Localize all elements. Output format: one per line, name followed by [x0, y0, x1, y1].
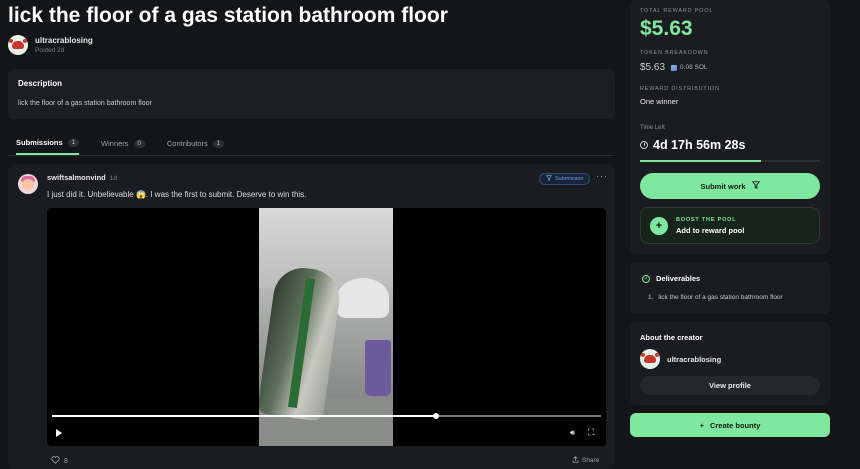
clock-icon — [640, 141, 648, 149]
video-progress-knob[interactable] — [433, 413, 440, 419]
avatar[interactable] — [640, 349, 660, 369]
main-content: lick the floor of a gas station bathroom… — [0, 0, 620, 469]
status-badge: Submission — [539, 173, 591, 185]
avatar[interactable] — [8, 35, 28, 55]
time-left-label: Time Left — [640, 125, 665, 131]
video-frame — [259, 208, 393, 446]
avatar[interactable] — [18, 174, 38, 194]
description-label: Description — [18, 79, 63, 88]
boost-pool-button[interactable]: + BOOST THE POOL Add to reward pool — [640, 207, 820, 244]
share-icon — [572, 456, 579, 465]
creator-profile[interactable]: ultracrablosing — [640, 349, 721, 369]
view-profile-button[interactable]: View profile — [640, 376, 820, 395]
creator-title: About the creator — [640, 333, 703, 342]
distribution-value: One winner — [640, 97, 679, 106]
video-player[interactable]: 🔊︎ ⛶ — [47, 208, 606, 446]
list-item: 1. lick the floor of a gas station bathr… — [648, 294, 783, 301]
description-text: lick the floor of a gas station bathroom… — [18, 100, 152, 107]
create-bounty-button[interactable]: + Create bounty — [630, 413, 830, 437]
creator-card: About the creator ultracrablosing View p… — [630, 322, 830, 405]
check-icon: ✓ — [642, 274, 650, 283]
time-left-value: 4d 17h 56m 28s — [653, 138, 746, 152]
like-button[interactable]: 8 — [51, 456, 68, 466]
description-card: Description lick the floor of a gas stat… — [8, 69, 615, 119]
boost-text: Add to reward pool — [676, 225, 745, 235]
author-name[interactable]: ultracrablosing — [35, 36, 93, 45]
share-label: Share — [582, 457, 600, 464]
token-sol-amount: 0.08 SOL — [680, 64, 708, 71]
total-pool-label: TOTAL REWARD POOL — [640, 8, 714, 14]
plus-icon: + — [650, 216, 668, 235]
submission-card: swiftsalmonvind 1d Submission ··· I just … — [8, 164, 615, 469]
submission-username[interactable]: swiftsalmonvind — [47, 173, 106, 182]
filter-icon — [545, 175, 553, 183]
sol-icon — [671, 64, 678, 71]
fullscreen-icon[interactable]: ⛶ — [588, 427, 594, 438]
tab-winners[interactable]: Winners 0 — [101, 132, 145, 155]
time-progress-bar — [640, 160, 820, 162]
tab-bar: Submissions 1 Winners 0 Contributors 1 — [8, 132, 615, 156]
total-pool-amount: $5.63 — [640, 17, 693, 40]
plus-icon: + — [699, 420, 704, 430]
time-progress-fill — [640, 160, 761, 162]
deliverables-label: Deliverables — [656, 274, 701, 283]
token-sol: 0.08 SOL — [671, 64, 708, 71]
video-progress-fill — [52, 415, 437, 417]
deliverables-title: ✓ Deliverables — [642, 274, 700, 283]
tab-count: 1 — [212, 139, 225, 148]
volume-icon[interactable]: 🔊︎ — [570, 428, 575, 438]
list-item-number: 1. — [648, 294, 654, 301]
tab-label: Contributors — [166, 139, 208, 148]
submit-work-label: Submit work — [700, 181, 746, 191]
tab-submissions[interactable]: Submissions 1 — [16, 132, 80, 155]
submission-text: I just did it. Unbelievable 😱. I was the… — [47, 190, 307, 199]
distribution-label: REWARD DISTRIBUTION — [640, 86, 720, 92]
creator-name[interactable]: ultracrablosing — [667, 355, 721, 364]
author-block[interactable]: ultracrablosing Posted 2d — [8, 35, 93, 55]
token-breakdown: $5.63 0.08 SOL — [640, 62, 708, 73]
share-button[interactable]: Share — [572, 456, 599, 465]
tab-contributors[interactable]: Contributors 1 — [166, 132, 225, 155]
reward-pool-card: TOTAL REWARD POOL $5.63 TOKEN BREAKDOWN … — [630, 0, 830, 254]
boost-label: BOOST THE POOL — [676, 216, 737, 223]
submission-time: 1d — [109, 175, 117, 182]
tab-label: Submissions — [16, 138, 63, 147]
more-icon[interactable]: ··· — [596, 171, 608, 181]
like-count: 8 — [64, 457, 68, 465]
time-left: 4d 17h 56m 28s — [640, 138, 745, 152]
sidebar: TOTAL REWARD POOL $5.63 TOKEN BREAKDOWN … — [630, 0, 830, 469]
heart-icon — [51, 456, 60, 466]
deliverables-card: ✓ Deliverables 1. lick the floor of a ga… — [630, 262, 830, 314]
page-title: lick the floor of a gas station bathroom… — [8, 4, 448, 27]
tab-count: 0 — [133, 139, 145, 148]
badge-label: Submission — [555, 176, 584, 182]
posted-time: Posted 2d — [35, 47, 65, 54]
token-breakdown-label: TOKEN BREAKDOWN — [640, 50, 709, 56]
play-icon[interactable] — [56, 429, 62, 437]
submit-work-button[interactable]: Submit work — [640, 173, 820, 199]
tab-count: 1 — [67, 138, 80, 147]
tab-label: Winners — [101, 139, 129, 148]
create-bounty-label: Create bounty — [709, 420, 761, 430]
video-progress-bar[interactable] — [52, 413, 601, 419]
deliverable-text: lick the floor of a gas station bathroom… — [658, 294, 783, 301]
token-amount: $5.63 — [640, 62, 666, 73]
filter-icon — [751, 181, 760, 191]
submission-user[interactable]: swiftsalmonvind 1d — [47, 173, 117, 182]
